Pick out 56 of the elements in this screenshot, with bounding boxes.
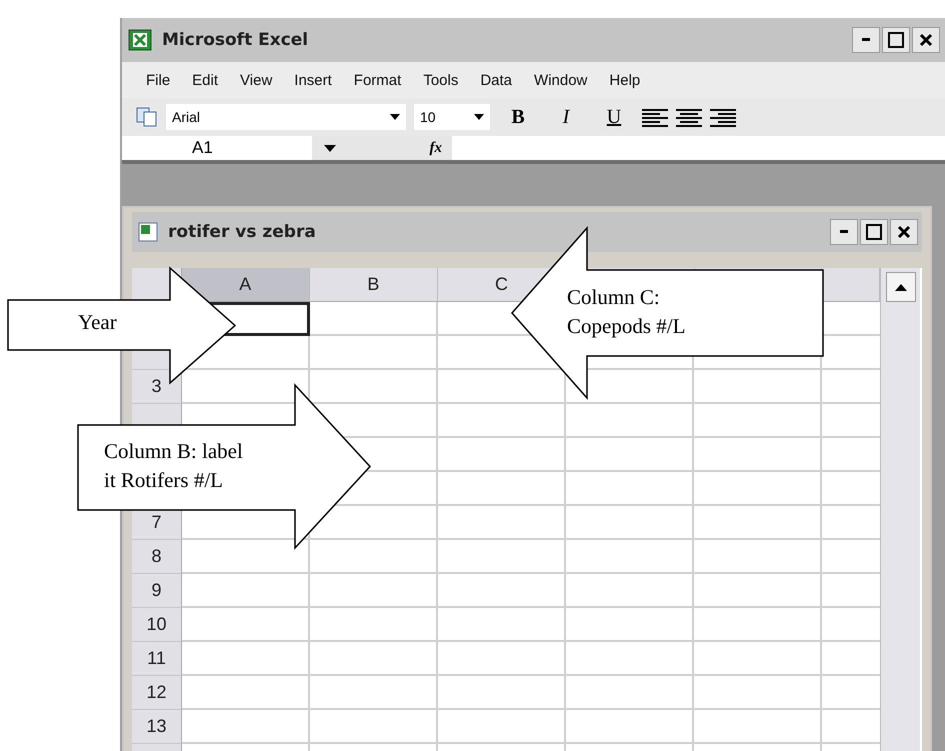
callout-text: Column C: Copepods #/L xyxy=(567,284,686,340)
maximize-button[interactable] xyxy=(882,27,910,53)
menu-item[interactable]: File xyxy=(146,72,170,88)
menu-item[interactable]: Tools xyxy=(423,72,458,88)
menu-item[interactable]: View xyxy=(240,72,272,88)
align-right-icon[interactable] xyxy=(710,107,736,127)
font-name: Arial xyxy=(172,109,200,125)
font-dropdown[interactable]: Arial xyxy=(166,104,406,130)
italic-button[interactable]: I xyxy=(546,106,586,128)
column-header[interactable]: A xyxy=(182,268,310,302)
callout-text: Year xyxy=(78,309,118,336)
close-icon xyxy=(897,225,911,239)
close-button[interactable] xyxy=(912,27,940,53)
row-header[interactable]: 3 xyxy=(132,370,182,404)
font-size: 10 xyxy=(420,109,436,125)
maximize-button[interactable] xyxy=(860,219,888,245)
callout-text: Column B: label it Rotifers #/L xyxy=(104,438,244,494)
paste-icon[interactable] xyxy=(136,107,158,127)
minimize-button[interactable] xyxy=(830,219,858,245)
menu-item[interactable]: Format xyxy=(354,72,402,88)
minimize-button[interactable] xyxy=(852,27,880,53)
menu-item[interactable]: Data xyxy=(480,72,512,88)
row-header[interactable]: 13 xyxy=(132,710,182,744)
vertical-scrollbar[interactable] xyxy=(880,268,920,751)
close-icon xyxy=(919,33,933,47)
function-label[interactable]: fx xyxy=(430,140,442,156)
minimize-icon xyxy=(861,38,871,42)
spreadsheet-file-icon xyxy=(138,222,158,242)
caret-icon xyxy=(474,114,484,120)
row-header[interactable]: 9 xyxy=(132,574,182,608)
column-header[interactable] xyxy=(822,268,880,302)
close-button[interactable] xyxy=(890,219,918,245)
underline-button[interactable]: U xyxy=(594,106,634,128)
window-title: Microsoft Excel xyxy=(162,30,310,50)
caret-icon xyxy=(390,114,400,120)
menu-item[interactable]: Window xyxy=(534,72,588,88)
menu-item[interactable]: Edit xyxy=(192,72,218,88)
workbook-title: rotifer vs zebra xyxy=(168,222,317,242)
scroll-up-button[interactable] xyxy=(886,272,916,302)
spreadsheet-app-icon xyxy=(128,29,152,51)
maximize-icon xyxy=(866,224,882,240)
row-header[interactable]: 11 xyxy=(132,642,182,676)
minimize-icon xyxy=(839,230,849,234)
maximize-icon xyxy=(888,32,904,48)
column-header[interactable]: B xyxy=(310,268,438,302)
align-left-icon[interactable] xyxy=(642,107,668,127)
font-size-dropdown[interactable]: 10 xyxy=(414,104,490,130)
up-arrow-icon xyxy=(894,284,906,290)
bold-button[interactable]: B xyxy=(498,106,538,128)
caret-icon[interactable] xyxy=(324,144,336,152)
row-header[interactable]: 12 xyxy=(132,676,182,710)
row-header[interactable]: 10 xyxy=(132,608,182,642)
align-center-icon[interactable] xyxy=(676,107,702,127)
menu-item[interactable]: Help xyxy=(609,72,640,88)
menu-item[interactable]: Insert xyxy=(294,72,332,88)
row-header[interactable]: 8 xyxy=(132,540,182,574)
